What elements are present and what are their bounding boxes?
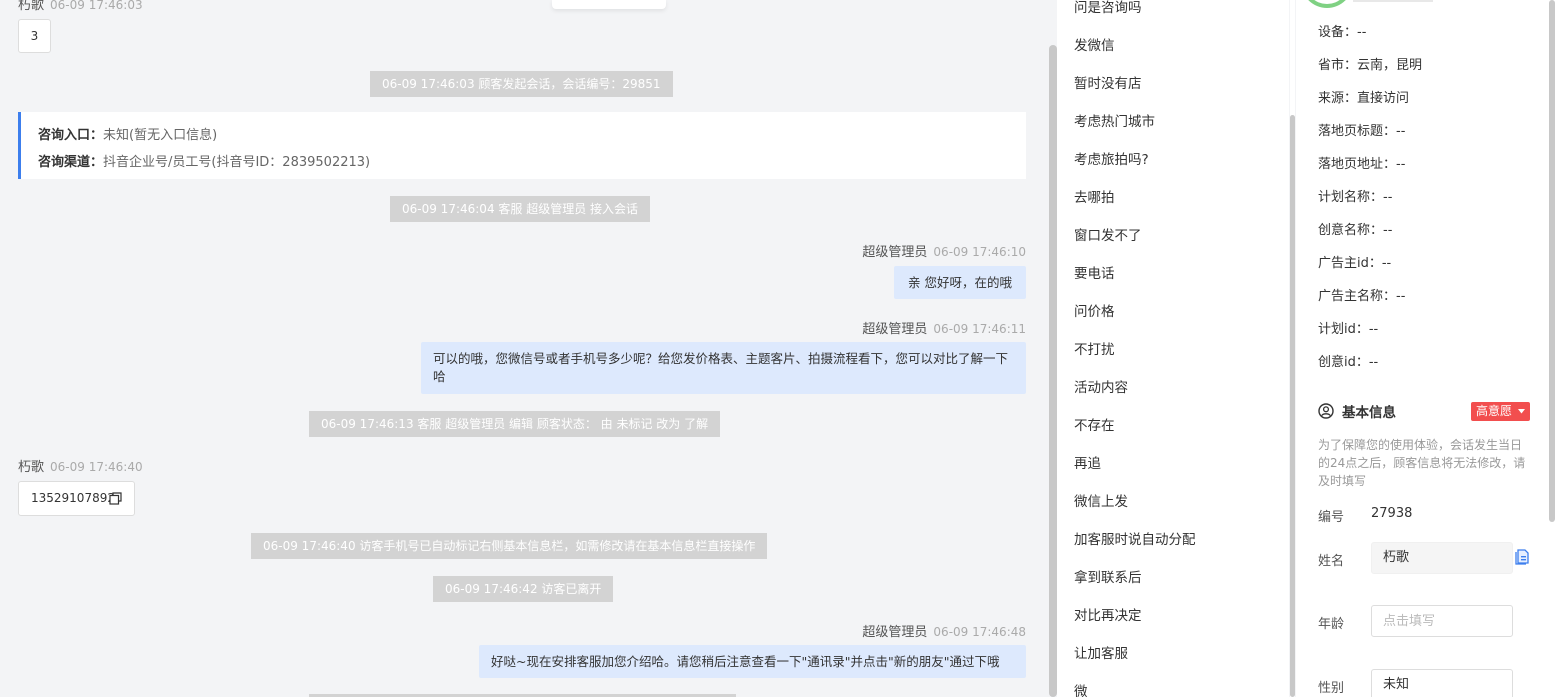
system-message-phone-tagged: 06-09 17:46:40 访客手机号已自动标记右侧基本信息栏，如需修改请在基… <box>251 533 768 559</box>
message-time: 06-09 17:46:11 <box>933 322 1026 336</box>
message-text: 13529107892 <box>31 491 115 505</box>
info-advertiser-id: 广告主id：-- <box>1318 256 1392 271</box>
info-landing-title: 落地页标题：-- <box>1318 124 1406 139</box>
message-time: 06-09 17:46:40 <box>50 460 143 474</box>
info-plan-id: 计划id：-- <box>1318 322 1379 337</box>
visitor-message: 3 <box>18 19 51 53</box>
agent-message: 好哒~现在安排客服加您介绍哈。请您稍后注意查看一下"通讯录"并点击"新的朋友"通… <box>479 645 1026 678</box>
agent-message: 可以的哦，您微信号或者手机号多少呢？给您发价格表、主题客片、拍摄流程看下，您可以… <box>421 342 1026 394</box>
edit-icon[interactable] <box>1515 549 1530 565</box>
info-source: 来源：直接访问 <box>1318 91 1410 106</box>
agent-name-line: 超级管理员 06-09 17:46:11 <box>862 318 1026 337</box>
edit-notice: 为了保障您的使用体验，会话发生当日的24点之后，顾客信息将无法修改，请及时填写 <box>1318 438 1526 488</box>
info-device: 设备：-- <box>1318 25 1367 40</box>
consult-channel-value: 抖音企业号/员工号(抖音号ID：2839502213) <box>103 155 371 170</box>
visitor-name-line: 朽歌 06-09 17:46:03 <box>18 0 143 13</box>
system-message-agent-join: 06-09 17:46:04 客服 超级管理员 接入会话 <box>390 196 651 222</box>
field-name-label: 姓名 <box>1318 554 1345 569</box>
message-time: 06-09 17:46:03 <box>50 0 143 12</box>
visitor-name: 朽歌 <box>18 0 45 13</box>
chat-panel[interactable]: 朽歌 06-09 17:46:03 3 06-09 17:46:03 顾客发起会话… <box>0 0 1045 697</box>
message-text: 好哒~现在安排客服加您介绍哈。请您稍后注意查看一下"通讯录"并点击"新的朋友"通… <box>491 654 1000 669</box>
quick-reply-item[interactable]: 让加客服 <box>1074 642 1128 662</box>
quick-reply-item[interactable]: 不存在 <box>1074 414 1115 434</box>
field-id-label: 编号 <box>1318 510 1345 525</box>
consult-channel-label: 咨询渠道： <box>38 155 104 170</box>
visitor-message: 13529107892 <box>18 481 135 516</box>
quick-reply-item[interactable]: 去哪拍 <box>1074 186 1115 206</box>
message-time: 06-09 17:46:10 <box>933 245 1026 259</box>
agent-name: 超级管理员 <box>862 245 928 260</box>
quick-reply-scrollbar[interactable] <box>1290 0 1295 697</box>
consult-channel-row: 咨询渠道：抖音企业号/员工号(抖音号ID：2839502213) <box>38 149 1026 176</box>
name-field[interactable]: 朽歌 <box>1371 542 1513 574</box>
consult-entry-row: 咨询入口：未知(暂无入口信息) <box>38 122 1026 149</box>
field-id-value: 27938 <box>1371 506 1413 521</box>
agent-message: 亲 您好呀，在的哦 <box>894 266 1026 299</box>
message-text: 3 <box>30 29 39 43</box>
agent-name: 超级管理员 <box>862 322 928 337</box>
visitor-name-line: 朽歌 06-09 17:46:40 <box>18 456 143 475</box>
consult-info-card: 咨询入口：未知(暂无入口信息) 咨询渠道：抖音企业号/员工号(抖音号ID：283… <box>18 112 1026 179</box>
quick-reply-item[interactable]: 微 <box>1074 680 1088 697</box>
quick-reply-item[interactable]: 发微信 <box>1074 34 1115 54</box>
chat-scrollbar[interactable] <box>1049 0 1057 697</box>
gender-select-value: 未知 <box>1383 677 1410 692</box>
info-province-city: 省市：云南，昆明 <box>1318 58 1423 73</box>
divider <box>1353 0 1433 2</box>
intent-badge-label: 高意愿 <box>1476 404 1513 418</box>
visitor-name: 朽歌 <box>18 460 45 475</box>
caret-down-icon <box>1517 409 1525 414</box>
quick-reply-item[interactable]: 问是咨询吗 <box>1074 0 1142 16</box>
user-circle-icon <box>1318 403 1334 419</box>
message-time: 06-09 17:46:48 <box>933 625 1026 639</box>
copy-icon[interactable] <box>109 492 122 505</box>
system-message-status-change: 06-09 17:46:13 客服 超级管理员 编辑 顾客状态： 由 未标记 改… <box>309 411 721 437</box>
quick-reply-item[interactable]: 不打扰 <box>1074 338 1115 358</box>
quick-reply-item[interactable]: 加客服时说自动分配 <box>1074 528 1196 548</box>
info-plan-name: 计划名称：-- <box>1318 190 1393 205</box>
field-gender-label: 性别 <box>1318 681 1345 696</box>
consult-entry-label: 咨询入口： <box>38 128 104 143</box>
info-panel-scrollbar[interactable] <box>1549 0 1555 697</box>
customer-info-panel[interactable]: 设备：-- 省市：云南，昆明 来源：直接访问 落地页标题：-- 落地页地址：--… <box>1296 0 1565 697</box>
quick-reply-item[interactable]: 考虑旅拍吗? <box>1074 148 1149 168</box>
quick-reply-item[interactable]: 微信上发 <box>1074 490 1128 510</box>
agent-name-line: 超级管理员 06-09 17:46:10 <box>862 241 1026 260</box>
quick-reply-item[interactable]: 要电话 <box>1074 262 1115 282</box>
consult-entry-value: 未知(暂无入口信息) <box>103 128 218 143</box>
quick-reply-item[interactable]: 问价格 <box>1074 300 1115 320</box>
quick-reply-item[interactable]: 窗口发不了 <box>1074 224 1142 244</box>
age-input[interactable] <box>1371 605 1513 637</box>
quick-reply-list[interactable]: 问是咨询吗 发微信 暂时没有店 考虑热门城市 考虑旅拍吗? 去哪拍 窗口发不了 … <box>1057 0 1289 697</box>
info-creative-id: 创意id：-- <box>1318 355 1379 370</box>
agent-name: 超级管理员 <box>862 625 928 640</box>
system-message-visitor-left: 06-09 17:46:42 访客已离开 <box>433 576 614 602</box>
field-age-label: 年龄 <box>1318 617 1345 632</box>
popup-fragment <box>552 0 666 9</box>
quick-reply-scrollbar-thumb[interactable] <box>1290 115 1295 697</box>
quick-reply-item[interactable]: 对比再决定 <box>1074 604 1142 624</box>
info-landing-url: 落地页地址：-- <box>1318 157 1406 172</box>
message-text: 亲 您好呀，在的哦 <box>908 275 1012 290</box>
quick-reply-item[interactable]: 活动内容 <box>1074 376 1128 396</box>
quick-reply-item[interactable]: 暂时没有店 <box>1074 72 1142 92</box>
info-panel-scrollbar-thumb[interactable] <box>1549 0 1555 522</box>
quick-reply-item[interactable]: 考虑热门城市 <box>1074 110 1155 130</box>
basic-info-header: 基本信息 <box>1318 400 1396 422</box>
quick-reply-item[interactable]: 再追 <box>1074 452 1101 472</box>
quick-reply-item[interactable]: 拿到联系后 <box>1074 566 1142 586</box>
info-advertiser-name: 广告主名称：-- <box>1318 289 1406 304</box>
basic-info-title: 基本信息 <box>1342 405 1396 421</box>
chat-scrollbar-thumb[interactable] <box>1049 45 1057 697</box>
system-message-session-start: 06-09 17:46:03 顾客发起会话，会话编号：29851 <box>370 71 673 97</box>
message-text: 可以的哦，您微信号或者手机号多少呢？给您发价格表、主题客片、拍摄流程看下，您可以… <box>433 351 1009 384</box>
gender-select[interactable]: 未知 <box>1371 669 1513 697</box>
intent-badge[interactable]: 高意愿 <box>1471 402 1530 421</box>
agent-name-line: 超级管理员 06-09 17:46:48 <box>862 621 1026 640</box>
info-creative-name: 创意名称：-- <box>1318 223 1393 238</box>
name-field-value: 朽歌 <box>1383 550 1410 565</box>
